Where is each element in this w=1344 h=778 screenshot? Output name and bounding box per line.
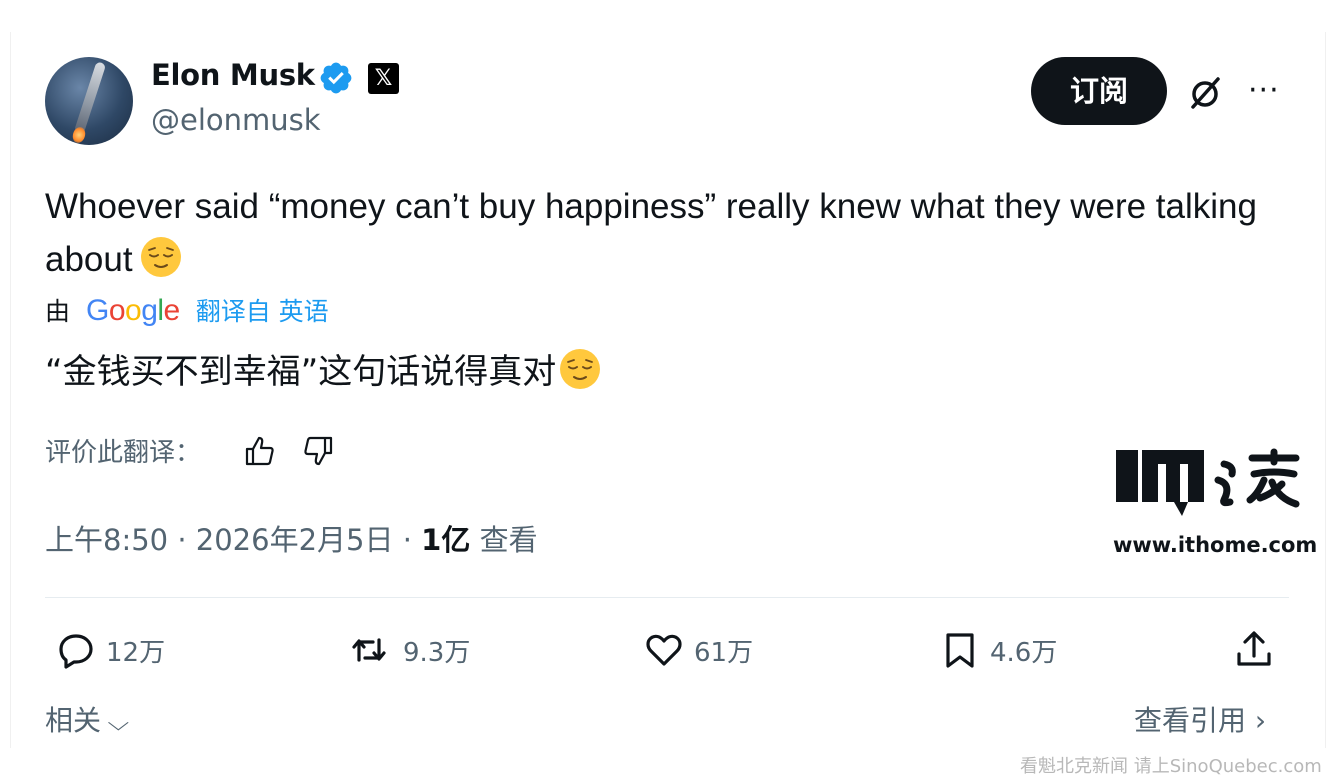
meta-separator: · bbox=[177, 523, 187, 557]
tweet-text-content: Whoever said “money can’t buy happiness”… bbox=[45, 187, 1257, 279]
google-logo: Google bbox=[85, 294, 180, 327]
thumbs-up-icon[interactable] bbox=[243, 434, 277, 468]
relieved-face-emoji bbox=[560, 349, 601, 389]
tweet-time[interactable]: 上午8:50 bbox=[45, 523, 168, 557]
author-handle[interactable]: @elonmusk bbox=[151, 103, 321, 137]
view-quotes-label: 查看引用 bbox=[1134, 704, 1247, 737]
chevron-down-icon: ⌵ bbox=[107, 711, 130, 736]
like-button[interactable]: 61万 bbox=[644, 628, 753, 672]
avatar[interactable] bbox=[45, 57, 133, 145]
heart-icon bbox=[646, 634, 682, 666]
repost-icon bbox=[352, 638, 386, 662]
reply-button[interactable]: 12万 bbox=[56, 628, 165, 672]
share-button[interactable] bbox=[1234, 628, 1274, 672]
bookmark-button[interactable]: 4.6万 bbox=[940, 628, 1057, 672]
repost-count: 9.3万 bbox=[403, 637, 471, 668]
thumbs-down-icon[interactable] bbox=[301, 434, 335, 468]
page-watermark: 看魁北克新闻 请上SinoQuebec.com bbox=[1020, 756, 1322, 777]
translated-from-label: 翻译自 英语 bbox=[195, 297, 329, 326]
views-label: 查看 bbox=[479, 523, 538, 557]
translation-text: “金钱买不到幸福”这句话说得真对 bbox=[45, 347, 602, 397]
grok-icon[interactable] bbox=[1185, 73, 1225, 113]
rate-translation-label: 评价此翻译： bbox=[45, 438, 202, 468]
divider bbox=[45, 597, 1289, 598]
reply-icon bbox=[59, 634, 93, 669]
more-options-icon[interactable]: ··· bbox=[1248, 76, 1280, 106]
translation-content: “金钱买不到幸福”这句话说得真对 bbox=[45, 352, 557, 392]
view-quotes-link[interactable]: 查看引用 › bbox=[1134, 699, 1266, 739]
meta-separator: · bbox=[402, 523, 412, 557]
chevron-right-icon: › bbox=[1254, 704, 1267, 737]
share-icon bbox=[1237, 631, 1271, 666]
tweet-date[interactable]: 2026年2月5日 bbox=[196, 523, 394, 557]
bookmark-icon bbox=[946, 633, 974, 668]
verified-badge-icon bbox=[320, 62, 352, 94]
related-toggle[interactable]: 相关 ⌵ bbox=[45, 699, 130, 739]
translated-by-line[interactable]: 由 Google 翻译自 英语 bbox=[45, 292, 329, 328]
translated-by-prefix: 由 bbox=[45, 297, 71, 326]
subscribe-button[interactable]: 订阅 bbox=[1031, 57, 1167, 125]
views-count: 1亿 bbox=[421, 523, 471, 557]
related-label: 相关 bbox=[45, 704, 102, 737]
relieved-face-emoji bbox=[140, 237, 181, 277]
tweet-meta: 上午8:50 · 2026年2月5日 · 1亿 查看 bbox=[45, 517, 538, 559]
reply-count: 12万 bbox=[106, 637, 166, 668]
bookmark-count: 4.6万 bbox=[990, 637, 1058, 668]
repost-button[interactable]: 9.3万 bbox=[345, 628, 470, 672]
tweet-text: Whoever said “money can’t buy happiness”… bbox=[45, 180, 1285, 286]
x-logo-badge-icon: 𝕏 bbox=[368, 63, 399, 94]
ithome-url: www.ithome.com bbox=[1113, 533, 1318, 557]
author-name[interactable]: Elon Musk bbox=[151, 58, 315, 92]
ithome-logo bbox=[1116, 448, 1300, 516]
avatar-rocket-graphic bbox=[73, 61, 107, 135]
like-count: 61万 bbox=[694, 637, 754, 668]
